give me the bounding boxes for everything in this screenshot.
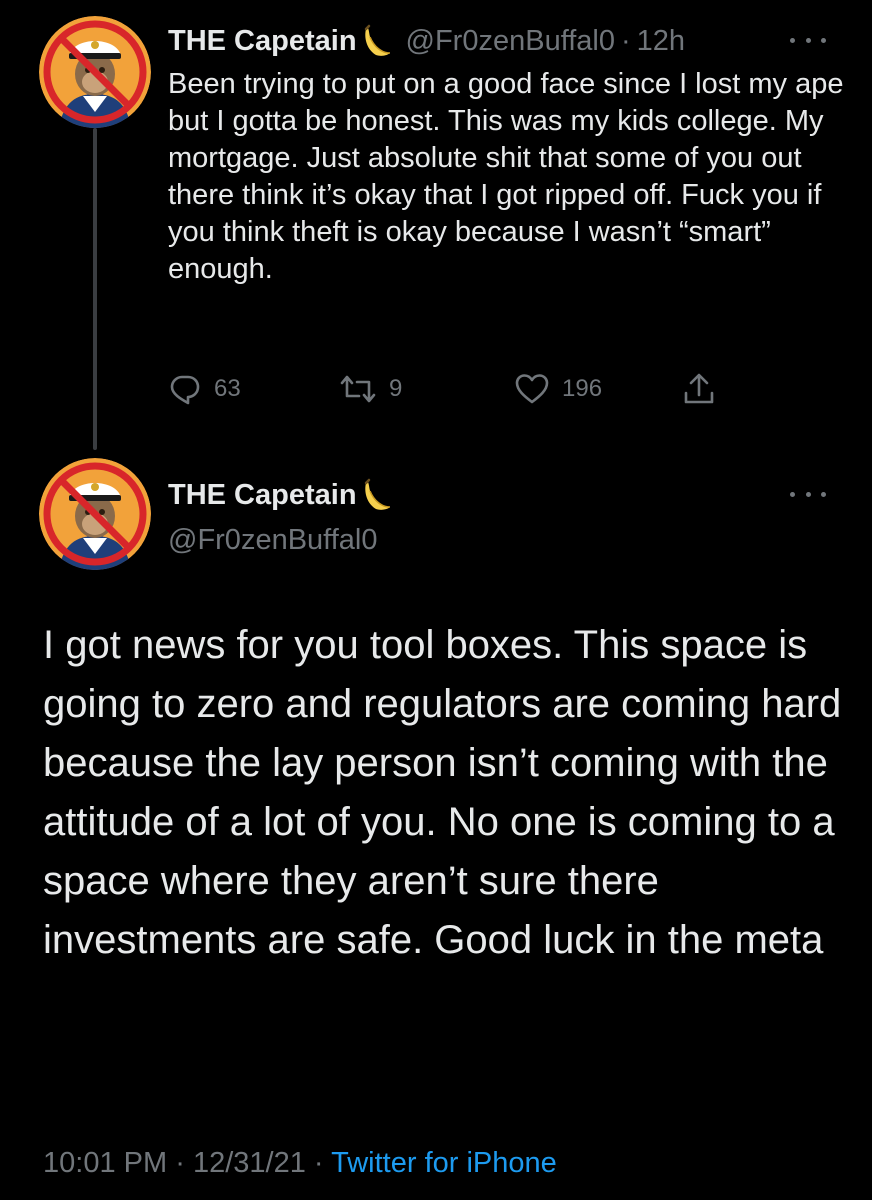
reply-count: 63 <box>214 375 241 402</box>
tweet-header: THE Capetain @Fr0zenBuffal0 · 12h <box>168 23 685 59</box>
avatar[interactable] <box>39 16 151 128</box>
thread-connector-line <box>93 128 97 450</box>
like-count: 196 <box>562 375 603 402</box>
share-button[interactable] <box>682 371 728 407</box>
tweet-source-link[interactable]: Twitter for iPhone <box>331 1147 557 1179</box>
retweet-icon <box>340 375 376 403</box>
avatar[interactable] <box>39 458 151 570</box>
banana-icon <box>364 24 390 56</box>
retweet-count: 9 <box>389 375 403 402</box>
like-button[interactable]: 196 <box>514 371 602 407</box>
display-name[interactable]: THE Capetain <box>168 477 357 513</box>
more-icon <box>790 37 795 43</box>
separator-dot: · <box>175 1147 185 1179</box>
tweet-metadata: 10:01 PM · 12/31/21 · Twitter for iPhone <box>43 1144 557 1182</box>
display-name[interactable]: THE Capetain <box>168 23 357 59</box>
tweet-time[interactable]: 10:01 PM <box>43 1147 167 1179</box>
user-handle[interactable]: @Fr0zenBuffal0 <box>406 23 615 59</box>
separator-dot: · <box>621 25 631 57</box>
reply-icon <box>170 375 200 405</box>
avatar-ape-icon <box>39 16 151 128</box>
avatar-ape-icon <box>39 458 151 570</box>
tweet-text: Been trying to put on a good face since … <box>168 68 844 285</box>
more-icon <box>790 491 795 497</box>
tweet-timestamp[interactable]: 12h <box>637 23 685 59</box>
more-options-button[interactable] <box>790 30 826 50</box>
retweet-button[interactable]: 9 <box>339 371 402 407</box>
tweet-text: I got news for you tool boxes. This spac… <box>43 623 842 962</box>
user-handle[interactable]: @Fr0zenBuffal0 <box>168 522 377 558</box>
tweet-date[interactable]: 12/31/21 <box>193 1147 306 1179</box>
banana-icon <box>364 478 390 510</box>
reply-button[interactable]: 63 <box>168 371 241 407</box>
more-options-button[interactable] <box>790 484 826 504</box>
like-icon <box>515 374 549 404</box>
tweet-header: THE Capetain <box>168 477 406 513</box>
separator-dot: · <box>313 1147 324 1179</box>
share-icon <box>684 373 714 404</box>
